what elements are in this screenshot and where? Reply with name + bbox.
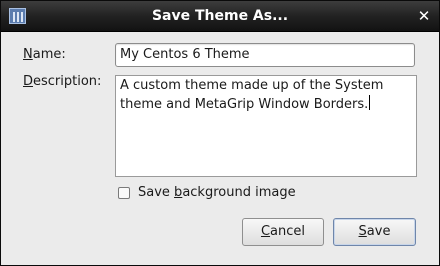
text-caret [369,95,371,110]
description-label: Description: [23,74,101,89]
description-label-mnemonic: D [23,74,34,89]
save-background-label[interactable]: Save background image [138,185,296,200]
description-label-rest: escription: [33,74,102,89]
save-button[interactable]: Save [333,218,416,246]
save-button-rest: ave [366,224,391,239]
cancel-button-rest: ancel [270,224,306,239]
name-label-rest: ame: [32,47,66,62]
save-button-mnemonic: S [358,224,367,239]
cancel-button[interactable]: Cancel [242,218,324,246]
close-icon[interactable]: ✕ [416,8,432,24]
description-text: A custom theme made up of the System the… [120,78,384,112]
description-textarea[interactable]: A custom theme made up of the System the… [115,75,417,177]
save-background-label-pre: Save [138,185,175,200]
name-label: Name: [23,47,66,62]
save-theme-dialog: Save Theme As... ✕ Name: My Centos 6 The… [0,0,440,266]
save-background-label-post: ackground image [182,185,296,200]
cancel-button-mnemonic: C [260,224,271,239]
save-background-checkbox[interactable] [118,187,130,199]
window-title: Save Theme As... [151,8,289,24]
name-field[interactable]: My Centos 6 Theme [115,43,415,67]
name-label-mnemonic: N [23,47,33,62]
title-bar[interactable]: Save Theme As... ✕ [1,1,439,32]
